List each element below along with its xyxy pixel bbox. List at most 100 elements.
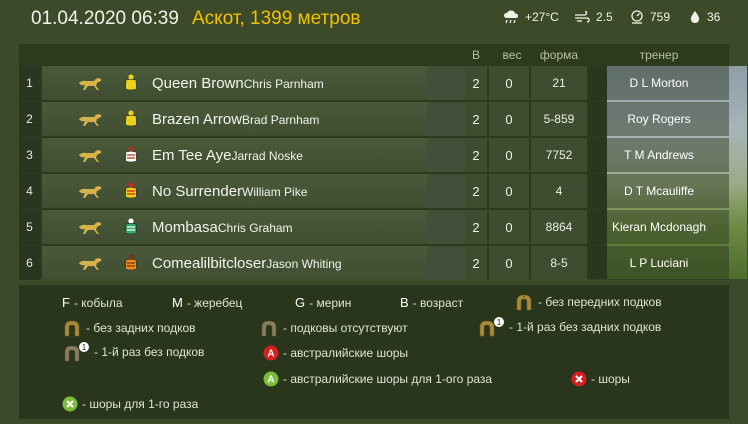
horse-name[interactable]: ComealilbitcloserJason Whiting [152, 255, 342, 272]
legend-filly: F - кобыла [62, 295, 123, 310]
runner-b-value: 2 [465, 102, 487, 136]
race-venue: Аскот, 1399 метров [192, 8, 361, 29]
jockey-silks-icon [125, 182, 137, 199]
runner-row[interactable]: 5 MombasaChris Graham 2 0 8864 Kieran Mcdonag… [19, 210, 729, 244]
legend-aus-blinkers: A - австралийские шоры [263, 345, 408, 361]
blinkers-green-x-icon [62, 396, 78, 412]
runner-spacer-cell [427, 174, 465, 208]
australian-blinkers-red-icon: A [263, 345, 279, 361]
runner-main-cell: No SurrenderWilliam Pike [42, 174, 447, 208]
legend-filly-key: F [62, 295, 70, 310]
column-header-b: В [471, 48, 480, 62]
legend-no-front-shoes: - без передних подков [514, 293, 662, 311]
horseshoe-icon [261, 320, 277, 337]
water-drop-icon [690, 11, 700, 23]
runner-row[interactable]: 3 Em Tee AyeJarrad Noske 2 0 7752 T M Andrews [19, 138, 729, 172]
race-datetime: 01.04.2020 06:39 [31, 8, 179, 29]
weather-humidity: 36 [689, 10, 720, 24]
wind-icon [575, 11, 590, 23]
legend-gelding-key: G [295, 295, 306, 310]
legend-no-hind-shoes-text: - без задних подков [86, 321, 196, 335]
legend-aus-blinkers-text: - австралийские шоры [283, 346, 409, 360]
legend-colt: M - жеребец [172, 295, 242, 310]
runner-row[interactable]: 6 ComealilbitcloserJason Whiting 2 0 8-5 L P … [19, 246, 729, 280]
runner-form-value: 21 [531, 66, 587, 100]
runner-spacer-cell [427, 66, 465, 100]
horseshoe-first-icon: 1 [64, 342, 89, 362]
runner-number: 3 [19, 138, 40, 172]
legend-aus-blinkers-first: A - австралийские шоры для 1-ого раза [263, 371, 492, 387]
runners-table: В вес форма тренер 1 Queen BrownChris Par… [19, 44, 747, 280]
legend-blinkers: - шоры [571, 371, 630, 387]
horse-name[interactable]: Brazen ArrowBrad Parnham [152, 111, 319, 128]
runner-main-cell: Queen BrownChris Parnham [42, 66, 447, 100]
legend-unshod: - подковы отсутствуют [259, 319, 408, 337]
runner-form-value: 8-5 [531, 246, 587, 280]
runner-form-value: 8864 [531, 210, 587, 244]
runner-main-cell: MombasaChris Graham [42, 210, 447, 244]
weather-temp: +27°C [503, 10, 559, 24]
horse-name[interactable]: Em Tee AyeJarrad Noske [152, 147, 303, 164]
pressure-gauge-icon [631, 10, 643, 24]
runner-row[interactable]: 2 Brazen ArrowBrad Parnham 2 0 5-859 Roy Roge… [19, 102, 729, 136]
horse-name[interactable]: MombasaChris Graham [152, 219, 293, 236]
legend-no-front-shoes-text: - без передних подков [538, 295, 662, 309]
runner-row[interactable]: 1 Queen BrownChris Parnham 2 0 21 D L Morton [19, 66, 729, 100]
legend-no-hind-shoes: - без задних подков [62, 319, 196, 337]
runner-trainer-name: T M Andrews [589, 138, 729, 172]
wind-value: 2.5 [596, 10, 613, 24]
first-time-badge: 1 [82, 343, 87, 352]
horse-name-text: Brazen Arrow [152, 111, 243, 128]
legend-filly-text: - кобыла [73, 295, 123, 310]
horse-name[interactable]: Queen BrownChris Parnham [152, 75, 324, 92]
runner-weight-value: 0 [489, 66, 529, 100]
running-horse-icon [79, 186, 102, 198]
column-header-form: форма [539, 48, 579, 62]
legend-unshod-text: - подковы отсутствуют [283, 321, 408, 335]
legend-first-unshod-text: - 1-й раз без подков [94, 345, 205, 359]
jockey-name: Jason Whiting [266, 257, 342, 271]
humidity-value: 36 [707, 10, 721, 24]
runner-form-value: 7752 [531, 138, 587, 172]
runner-trainer-name: L P Luciani [589, 246, 729, 280]
running-horse-icon [79, 258, 102, 270]
jockey-silks-icon [125, 218, 137, 235]
runner-weight-value: 0 [489, 246, 529, 280]
jockey-silks-icon [125, 74, 137, 91]
runner-number: 2 [19, 102, 40, 136]
horse-name-text: Comealilbitcloser [152, 255, 267, 272]
runner-spacer-cell [427, 138, 465, 172]
legend-colt-text: - жеребец [186, 295, 243, 310]
runner-trainer-name: D T Mcauliffe [589, 174, 729, 208]
runner-trainer-name: Kieran Mcdonagh [589, 210, 729, 244]
jockey-name: Brad Parnham [242, 113, 320, 127]
legend-age-text: - возраст [412, 295, 464, 310]
legend-blinkers-first: - шоры для 1-го раза [62, 396, 198, 412]
running-horse-icon [79, 78, 102, 90]
pressure-value: 759 [650, 10, 671, 24]
blinkers-red-x-icon [571, 371, 587, 387]
runner-number: 4 [19, 174, 40, 208]
jockey-name: Jarrad Noske [231, 149, 303, 163]
runner-form-value: 4 [531, 174, 587, 208]
horse-name[interactable]: No SurrenderWilliam Pike [152, 183, 307, 200]
legend-first-unshod: 1 - 1-й раз без подков [62, 342, 204, 362]
runner-number: 5 [19, 210, 40, 244]
runner-row[interactable]: 4 No SurrenderWilliam Pike 2 0 4 D T Mcauliff… [19, 174, 729, 208]
jockey-silks-icon [125, 146, 137, 163]
runner-number: 1 [19, 66, 40, 100]
runner-b-value: 2 [465, 174, 487, 208]
running-horse-icon [79, 150, 102, 162]
horse-name-text: Em Tee Aye [152, 147, 232, 164]
runner-spacer-cell [427, 102, 465, 136]
runner-b-value: 2 [465, 246, 487, 280]
legend-panel: F - кобыла M - жеребец G - мерин B - воз… [19, 285, 729, 419]
runner-weight-value: 0 [489, 102, 529, 136]
column-header-trainer: тренер [639, 48, 679, 62]
runner-main-cell: Brazen ArrowBrad Parnham [42, 102, 447, 136]
runner-b-value: 2 [465, 138, 487, 172]
horse-name-text: Queen Brown [152, 75, 244, 92]
first-time-badge: 1 [497, 318, 502, 327]
legend-first-no-hind-text: - 1-й раз без задних подков [509, 320, 662, 334]
runner-b-value: 2 [465, 210, 487, 244]
